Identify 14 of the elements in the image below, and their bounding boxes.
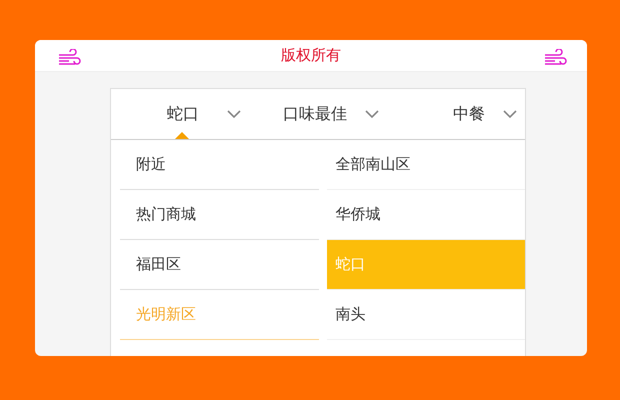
filter-tab[interactable]: 口味最佳	[249, 89, 387, 139]
district-item[interactable]: 福田区	[120, 240, 318, 290]
chevron-icon	[503, 110, 517, 118]
wind-icon[interactable]	[57, 49, 81, 65]
district-item[interactable]: 附近	[120, 140, 318, 190]
filter-tab[interactable]: 中餐	[387, 89, 525, 139]
wind-icon[interactable]	[543, 49, 567, 65]
area-item[interactable]: 南头	[326, 290, 525, 340]
header-title: 版权所有	[281, 46, 341, 65]
chevron-icon	[365, 110, 379, 118]
district-item[interactable]: 热门商城	[120, 190, 318, 240]
chevron-icon	[227, 110, 241, 118]
area-item[interactable]: 全部南山区	[326, 140, 525, 190]
filter-tab[interactable]: 蛇口	[111, 89, 249, 139]
